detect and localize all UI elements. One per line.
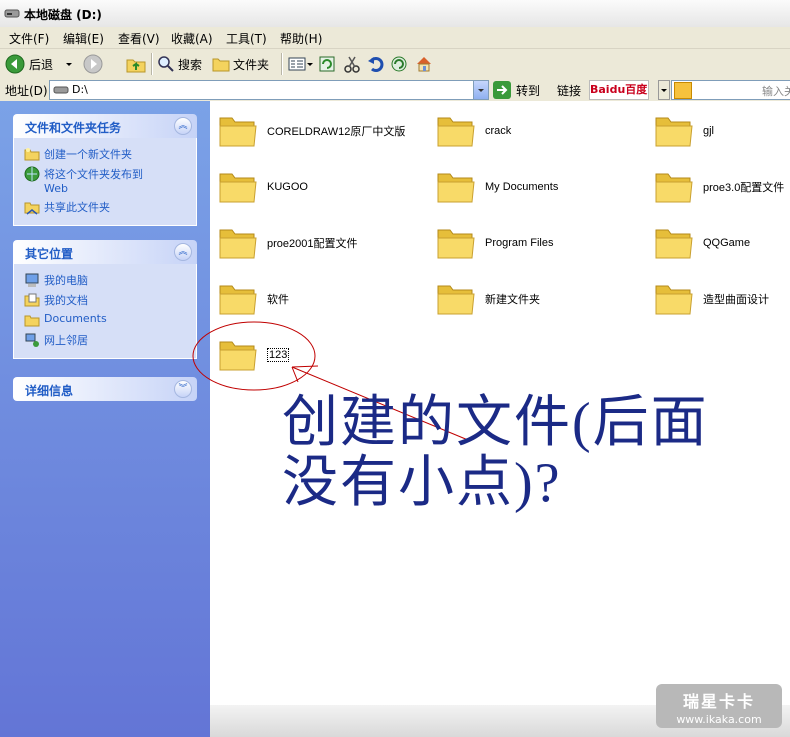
annotation-text: 创建的文件(后面 没有小点)? xyxy=(282,393,709,513)
watermark: 瑞星卡卡 www.ikaka.com xyxy=(656,684,782,728)
watermark-url: www.ikaka.com xyxy=(676,713,762,726)
annotation-line-1: 创建的文件(后面 xyxy=(282,392,709,454)
annotation-line-2: 没有小点)? xyxy=(282,452,562,514)
watermark-title: 瑞星卡卡 xyxy=(682,692,755,711)
annotation-overlay xyxy=(192,321,469,441)
